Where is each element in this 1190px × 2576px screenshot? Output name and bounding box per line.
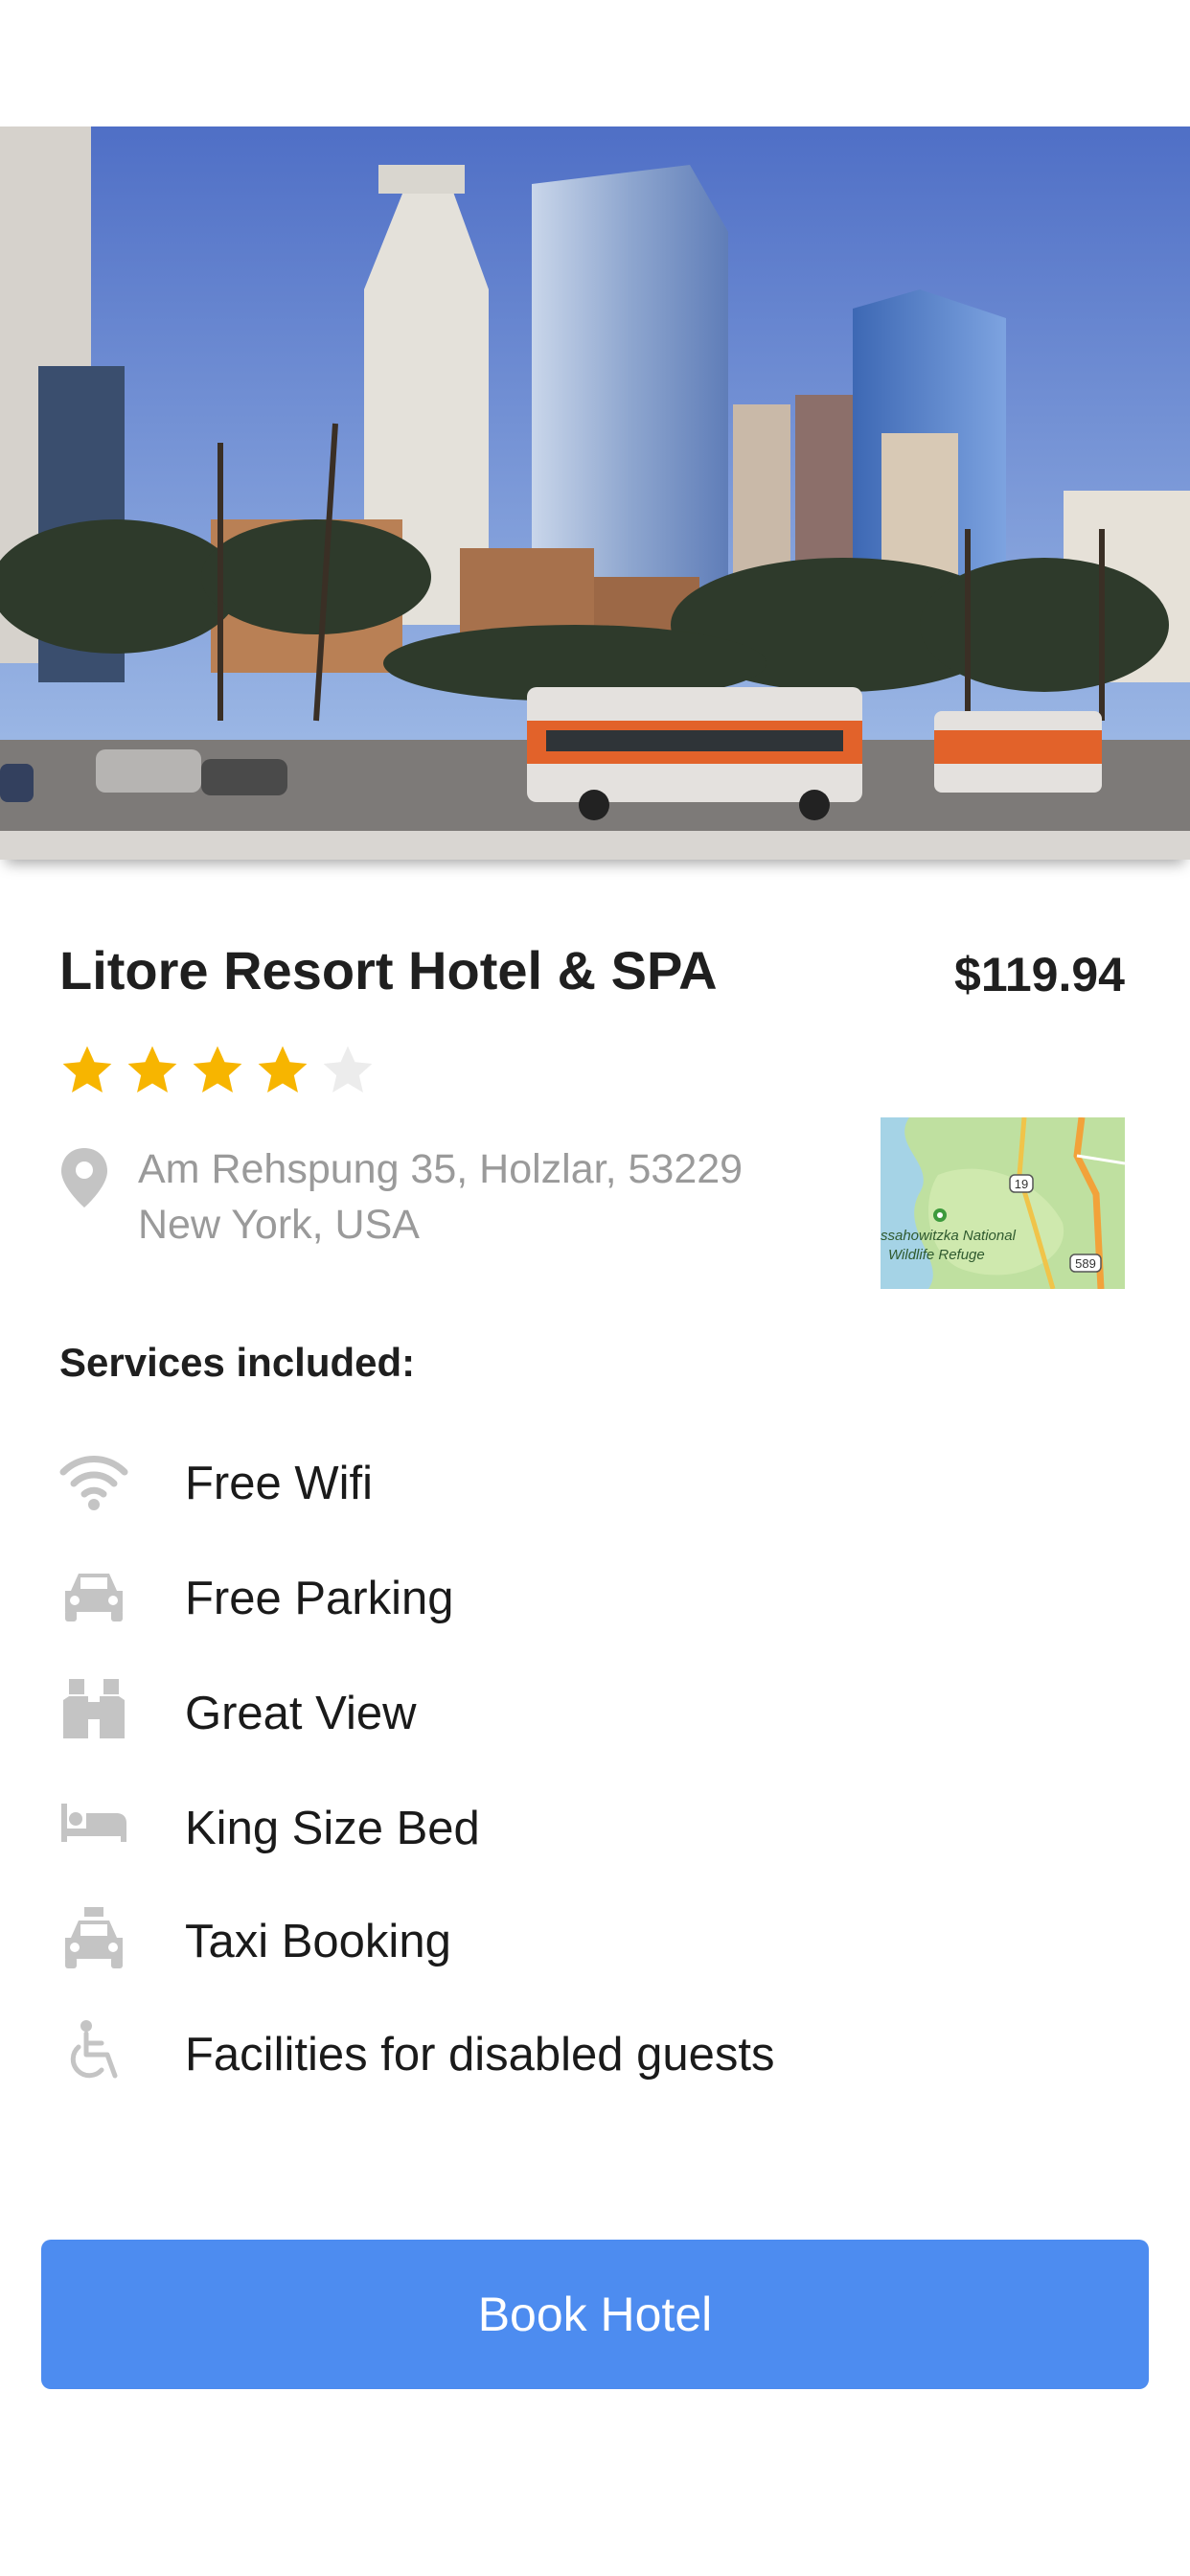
services-title: Services included: [59, 1340, 416, 1385]
star-filled-icon [258, 1046, 308, 1092]
wifi-icon [59, 1456, 128, 1510]
wheelchair-icon [70, 2020, 118, 2079]
service-label: Free Parking [185, 1573, 454, 1624]
car-icon [65, 1574, 123, 1622]
location-pin-icon [61, 1148, 107, 1208]
map-thumbnail[interactable]: 19 589 ssahowitzka National Wildlife Ref… [881, 1117, 1125, 1289]
address-line-1: Am Rehspung 35, Holzlar, 53229 [138, 1146, 744, 1192]
star-empty-icon [323, 1046, 373, 1092]
map-shield-19: 19 [1015, 1177, 1028, 1191]
map-shield-589: 589 [1075, 1256, 1096, 1271]
service-disabled-facilities: Facilities for disabled guests [59, 2018, 922, 2085]
star-rating [59, 1043, 376, 1098]
bed-icon [61, 1804, 126, 1842]
star-filled-icon [193, 1046, 242, 1092]
hotel-hero-image [0, 126, 1190, 860]
address-line-2: New York, USA [138, 1202, 420, 1248]
service-free-wifi: Free Wifi [59, 1447, 922, 1514]
service-label: Great View [185, 1688, 417, 1739]
star-filled-icon [62, 1046, 112, 1092]
hotel-price: $119.94 [954, 948, 1125, 1001]
service-label: Facilities for disabled guests [185, 2029, 775, 2081]
service-king-size-bed: King Size Bed [59, 1792, 922, 1859]
service-taxi-booking: Taxi Booking [59, 1905, 922, 1972]
service-label: Taxi Booking [185, 1916, 451, 1967]
service-label: King Size Bed [185, 1803, 480, 1854]
hotel-name: Litore Resort Hotel & SPA [59, 940, 718, 1000]
service-label: Free Wifi [185, 1458, 373, 1509]
hotel-address: Am Rehspung 35, Holzlar, 53229 New York,… [59, 1146, 826, 1271]
binoculars-icon [63, 1679, 125, 1738]
map-label-line-1: ssahowitzka National [881, 1228, 1017, 1244]
star-filled-icon [127, 1046, 177, 1092]
service-free-parking: Free Parking [59, 1562, 922, 1629]
service-great-view: Great View [59, 1677, 922, 1744]
map-label-line-2: Wildlife Refuge [888, 1247, 985, 1263]
hotel-header: Litore Resort Hotel & SPA $119.94 [59, 939, 1125, 1016]
taxi-icon [65, 1907, 123, 1968]
book-hotel-button[interactable]: Book Hotel [41, 2240, 1149, 2389]
